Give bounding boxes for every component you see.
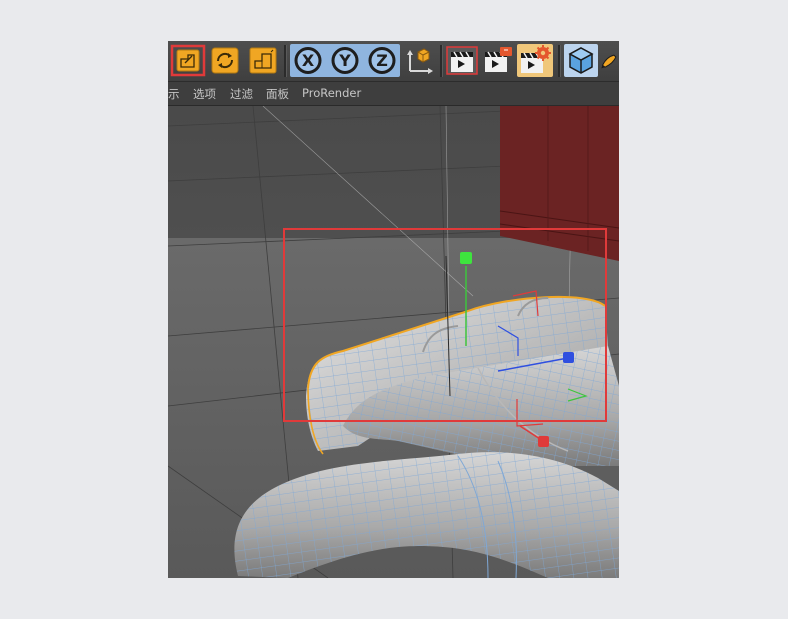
rotate-tool-button[interactable] [208, 44, 242, 77]
pen-tool-button[interactable] [600, 44, 619, 77]
toolbar-separator [284, 45, 287, 77]
x-axis-handle-cap [538, 436, 549, 447]
svg-text:Y: Y [338, 51, 351, 70]
toolbar-separator [558, 45, 561, 77]
pen-icon [601, 54, 617, 69]
scale-tool-button[interactable] [170, 44, 206, 77]
axis-coordinate-icon [407, 48, 433, 74]
coordinate-system-button[interactable] [402, 44, 436, 77]
clapperboard-icon [485, 47, 512, 72]
clapperboard-icon [446, 46, 478, 75]
toolbar-separator [440, 45, 443, 77]
y-axis-lock-button: Y [331, 47, 359, 74]
menu-item-options[interactable]: 选项 [193, 86, 216, 102]
menu-item-panel[interactable]: 面板 [266, 86, 289, 102]
render-picture-viewer-button[interactable] [481, 44, 515, 77]
menu-item-filter[interactable]: 过滤 [230, 86, 253, 102]
menu-item-prorender[interactable]: ProRender [302, 86, 361, 100]
z-axis-lock-button: Z [368, 47, 396, 74]
axis-lock-group: X Y Z [290, 44, 400, 77]
selection-highlight-box [283, 228, 607, 422]
render-settings-button[interactable] [517, 44, 553, 77]
x-axis-lock-button: X [294, 47, 322, 74]
toolbar: X Y Z [168, 41, 619, 82]
svg-text:X: X [302, 51, 315, 70]
viewport-menubar: 示 选项 过滤 面板 ProRender [168, 82, 619, 106]
svg-text:Z: Z [376, 51, 388, 70]
render-view-button[interactable] [445, 44, 479, 77]
menu-item-display[interactable]: 示 [168, 86, 180, 102]
cube-primitive-button[interactable] [564, 44, 598, 77]
clapperboard-gear-icon [521, 45, 551, 73]
cube-icon [568, 47, 594, 74]
scale-object-button[interactable] [246, 44, 280, 77]
